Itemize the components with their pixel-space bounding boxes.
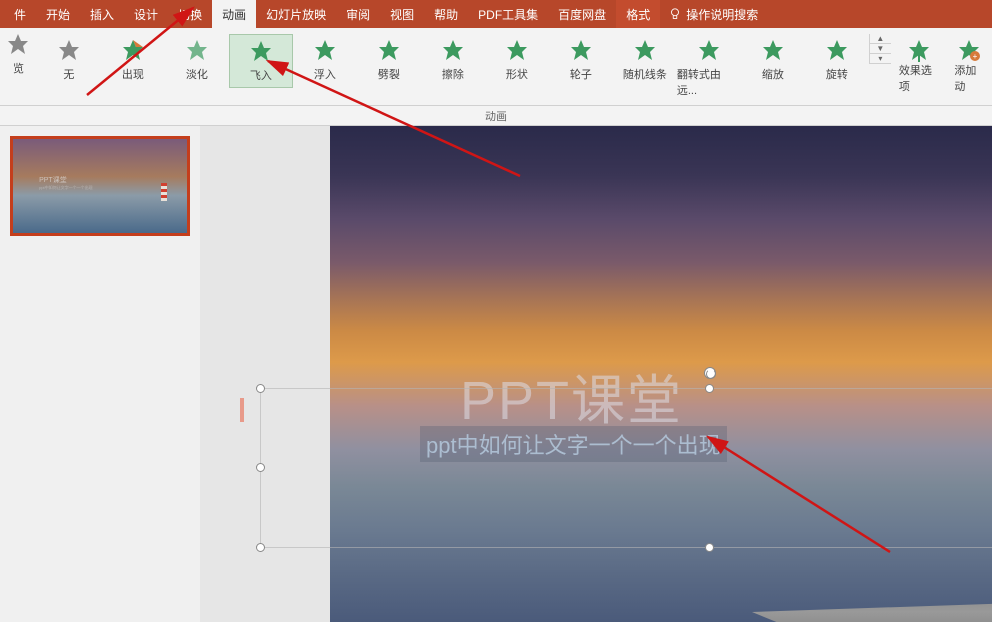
add-animation-label: 添加动 [954, 62, 984, 94]
star-icon [569, 38, 593, 62]
resize-handle-tl[interactable] [256, 384, 265, 393]
anim-label: 飞入 [250, 67, 272, 83]
star-icon [57, 38, 81, 62]
anim-split[interactable]: 劈裂 [357, 34, 421, 86]
resize-handle-bm[interactable] [705, 543, 714, 552]
workspace: PPT课堂 ppt中如何让文字一个一个出现 PPT课堂 ppt中如何让文字一个一… [0, 126, 992, 622]
anim-fade[interactable]: 淡化 [165, 34, 229, 86]
gallery-more-button[interactable]: ▾ [870, 54, 891, 64]
gallery-down-button[interactable]: ▼ [870, 44, 891, 54]
anim-label: 浮入 [314, 66, 336, 82]
ribbon-right: 效果选项 + 添加动 [891, 28, 992, 105]
tab-animation[interactable]: 动画 [212, 0, 256, 28]
star-icon [121, 38, 145, 62]
tab-help[interactable]: 帮助 [424, 0, 468, 28]
anim-label: 翻转式由远... [677, 66, 741, 98]
tab-review[interactable]: 审阅 [336, 0, 380, 28]
preview-label: 览 [13, 60, 24, 76]
resize-handle-ml[interactable] [256, 463, 265, 472]
slide-editor[interactable]: PPT课堂 ppt中如何让文字一个一个出现 [200, 126, 992, 622]
star-icon [697, 38, 721, 62]
star-icon [185, 38, 209, 62]
tab-pdf[interactable]: PDF工具集 [468, 0, 548, 28]
anim-label: 形状 [506, 66, 528, 82]
gallery-expand: ▲ ▼ ▾ [869, 34, 891, 64]
tab-design[interactable]: 设计 [124, 0, 168, 28]
ribbon: 览 无 出现 淡化 飞入 浮入 劈裂 擦除 [0, 28, 992, 106]
anim-zoom[interactable]: 缩放 [741, 34, 805, 86]
anim-label: 缩放 [762, 66, 784, 82]
anim-label: 擦除 [442, 66, 464, 82]
thumb-text: PPT课堂 ppt中如何让文字一个一个出现 [39, 175, 93, 191]
pier-graphic [752, 588, 992, 622]
star-icon [377, 38, 401, 62]
anim-none[interactable]: 无 [37, 34, 101, 86]
tab-format[interactable]: 格式 [616, 0, 660, 28]
anim-flyin[interactable]: 飞入 [229, 34, 293, 88]
tab-transition[interactable]: 切换 [168, 0, 212, 28]
anim-wipe[interactable]: 擦除 [421, 34, 485, 86]
star-icon [6, 32, 30, 56]
anim-label: 出现 [122, 66, 144, 82]
thumbnail-panel: PPT课堂 ppt中如何让文字一个一个出现 [0, 126, 200, 622]
star-icon [633, 38, 657, 62]
lightbulb-icon [668, 7, 682, 21]
title-bar: 件 开始 插入 设计 切换 动画 幻灯片放映 审阅 视图 帮助 PDF工具集 百… [0, 0, 992, 28]
anim-growturn[interactable]: 翻转式由远... [677, 34, 741, 102]
animation-gallery: 无 出现 淡化 飞入 浮入 劈裂 擦除 形状 [37, 28, 891, 105]
add-animation-button[interactable]: + 添加动 [950, 34, 988, 98]
anim-randombars[interactable]: 随机线条 [613, 34, 677, 86]
anim-label: 轮子 [570, 66, 592, 82]
ribbon-group-label: 动画 [0, 106, 992, 126]
star-plus-icon: + [957, 38, 981, 62]
anim-label: 劈裂 [378, 66, 400, 82]
thumb-title: PPT课堂 [39, 175, 93, 185]
thumb-lighthouse-graphic [161, 183, 167, 201]
star-icon [505, 38, 529, 62]
anim-label: 无 [63, 66, 74, 82]
star-icon [313, 38, 337, 62]
anim-label: 淡化 [186, 66, 208, 82]
tab-start[interactable]: 开始 [36, 0, 80, 28]
gallery-up-button[interactable]: ▲ [870, 34, 891, 44]
anim-shape[interactable]: 形状 [485, 34, 549, 86]
effect-options-label: 效果选项 [899, 62, 939, 94]
tab-baidu[interactable]: 百度网盘 [548, 0, 616, 28]
selection-box[interactable] [260, 388, 992, 548]
preview-button[interactable]: 览 [0, 28, 37, 105]
tell-me-search[interactable]: 操作说明搜索 [668, 6, 758, 23]
star-icon [441, 38, 465, 62]
tab-insert[interactable]: 插入 [80, 0, 124, 28]
tab-file[interactable]: 件 [4, 0, 36, 28]
tab-slideshow[interactable]: 幻灯片放映 [256, 0, 336, 28]
star-icon [825, 38, 849, 62]
anim-appear[interactable]: 出现 [101, 34, 165, 86]
svg-text:+: + [973, 52, 978, 61]
anim-floatin[interactable]: 浮入 [293, 34, 357, 86]
animation-indicator [240, 398, 244, 422]
anim-label: 随机线条 [623, 66, 667, 82]
anim-swivel[interactable]: 旋转 [805, 34, 869, 86]
thumb-subtitle: ppt中如何让文字一个一个出现 [39, 185, 93, 191]
anim-wheel[interactable]: 轮子 [549, 34, 613, 86]
search-label: 操作说明搜索 [686, 6, 758, 23]
effect-options-button[interactable]: 效果选项 [895, 34, 943, 98]
resize-handle-tm[interactable] [705, 384, 714, 393]
tab-view[interactable]: 视图 [380, 0, 424, 28]
star-icon [761, 38, 785, 62]
anim-label: 旋转 [826, 66, 848, 82]
resize-handle-bl[interactable] [256, 543, 265, 552]
slide-thumbnail-1[interactable]: PPT课堂 ppt中如何让文字一个一个出现 [10, 136, 190, 236]
rotation-handle[interactable] [704, 367, 716, 379]
star-icon [907, 38, 931, 62]
star-icon [249, 39, 273, 63]
slide-canvas: PPT课堂 ppt中如何让文字一个一个出现 [330, 126, 992, 622]
